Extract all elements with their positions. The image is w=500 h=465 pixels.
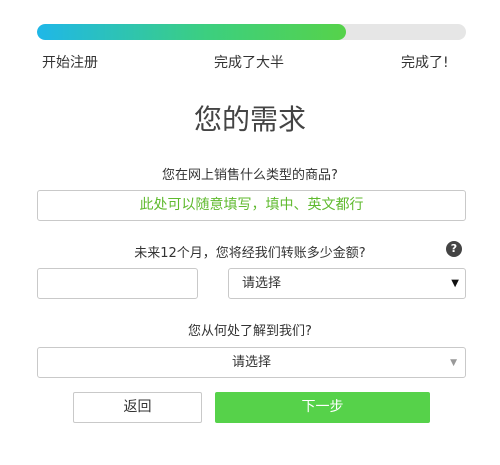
source-select[interactable]: 请选择 ▼ bbox=[37, 347, 466, 378]
amount-select-value: 请选择 bbox=[242, 276, 282, 291]
source-select-value: 请选择 bbox=[231, 355, 271, 370]
next-button[interactable]: 下一步 bbox=[215, 392, 430, 423]
amount-input[interactable] bbox=[37, 268, 198, 299]
question-source: 您从何处了解到我们? bbox=[188, 324, 312, 339]
step-label-start: 开始注册 bbox=[42, 55, 98, 71]
question-product-type: 您在网上销售什么类型的商品? bbox=[162, 168, 338, 183]
back-button[interactable]: 返回 bbox=[73, 392, 202, 423]
dropdown-arrow-icon: ▼ bbox=[450, 358, 457, 368]
amount-select[interactable]: 请选择 ▼ bbox=[228, 268, 466, 299]
product-type-input[interactable]: 此处可以随意填写，填中、英文都行 bbox=[37, 190, 466, 221]
progress-bar bbox=[37, 24, 466, 40]
step-label-half: 完成了大半 bbox=[214, 55, 284, 71]
page-title: 您的需求 bbox=[193, 103, 306, 136]
step-label-done: 完成了! bbox=[401, 55, 449, 71]
dropdown-arrow-icon: ▼ bbox=[451, 278, 459, 289]
progress-fill bbox=[37, 24, 346, 40]
question-amount: 未来12个月，您将经我们转账多少金额? bbox=[134, 246, 366, 261]
help-icon[interactable]: ? bbox=[446, 241, 462, 257]
